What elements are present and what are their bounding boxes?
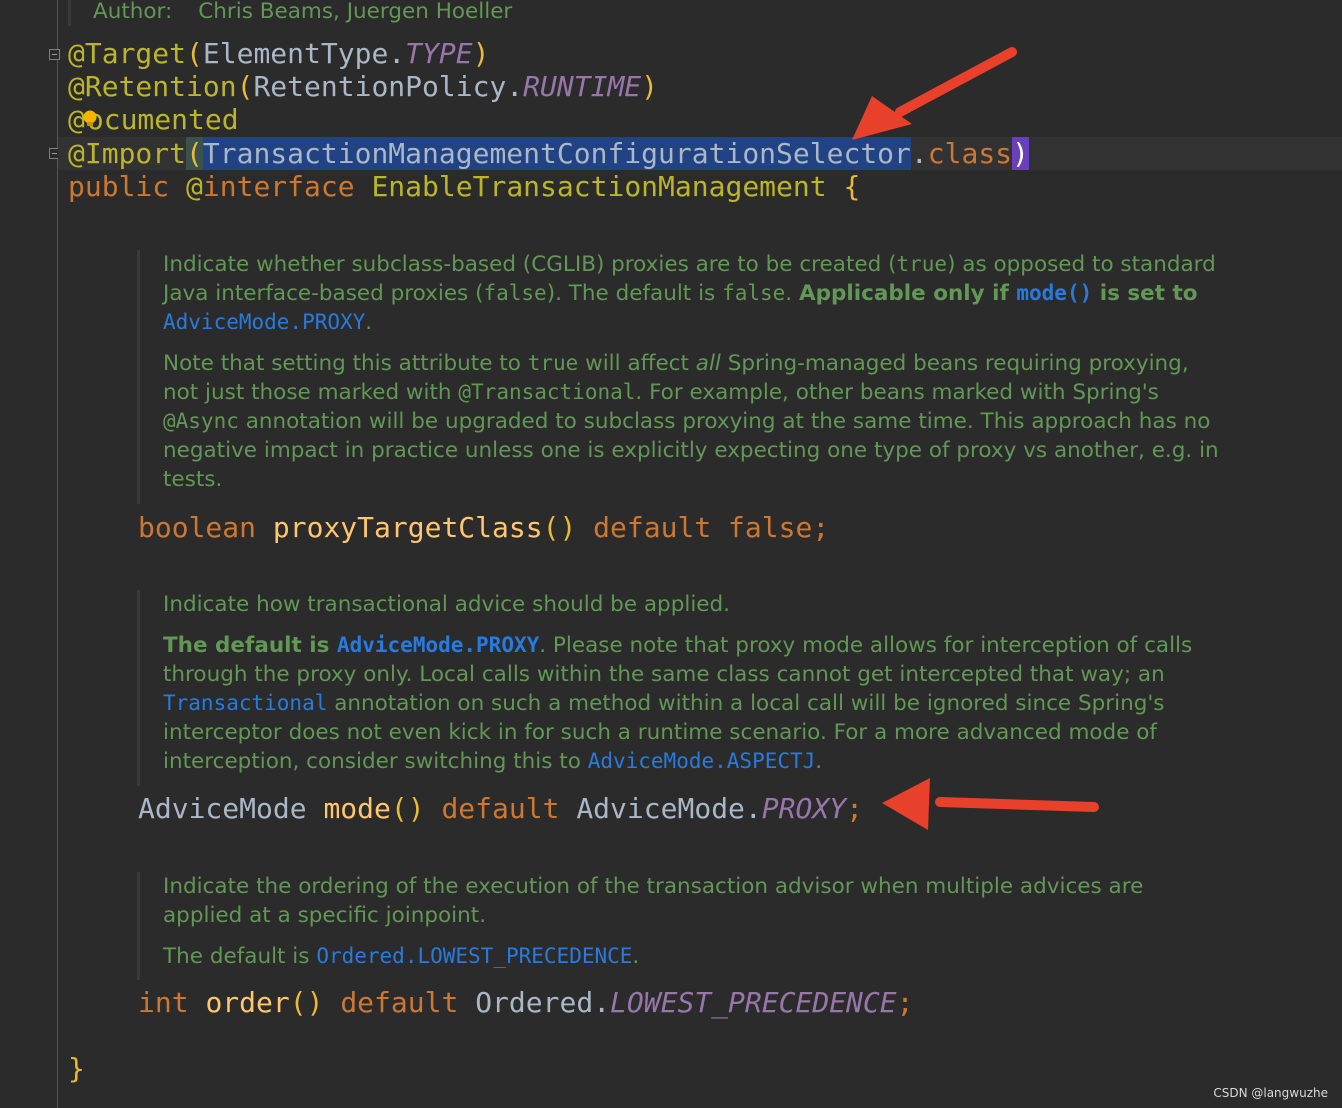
code-line-interface[interactable]: public @interface EnableTransactionManag… — [68, 170, 860, 203]
doc-link-advicemode-proxy[interactable]: AdviceMode.PROXY — [163, 310, 365, 334]
doc-paragraph: Indicate how transactional advice should… — [163, 592, 731, 617]
doc-link-mode[interactable]: mode() — [1016, 281, 1092, 305]
author-label: Author: — [93, 0, 173, 24]
selected-class-name[interactable]: TransactionManagementConfigurationSelect… — [202, 137, 911, 170]
doc-proxy-target-class: Indicate whether subclass-based (CGLIB) … — [137, 250, 1223, 504]
doc-paragraph: Indicate whether subclass-based (CGLIB) … — [163, 252, 1216, 335]
doc-paragraph: The default is Ordered.LOWEST_PRECEDENCE… — [163, 944, 640, 969]
doc-paragraph: The default is AdviceMode.PROXY. Please … — [163, 633, 1193, 774]
doc-link-transactional[interactable]: Transactional — [163, 691, 327, 715]
editor-gutter[interactable] — [0, 0, 57, 1108]
code-line-target[interactable]: @Target(ElementType.TYPE) — [68, 37, 489, 70]
doc-paragraph: Indicate the ordering of the execution o… — [163, 874, 1144, 928]
author-doc: Author: Chris Beams, Juergen Hoeller — [68, 0, 512, 26]
watermark: CSDN @langwuzhe — [1213, 1086, 1328, 1100]
fold-marker-icon[interactable] — [49, 49, 60, 60]
arrow-icon — [852, 47, 1017, 140]
code-line-order[interactable]: int order() default Ordered.LOWEST_PRECE… — [138, 986, 913, 1019]
doc-order: Indicate the ordering of the execution o… — [137, 872, 1223, 980]
code-line-retention[interactable]: @Retention(RetentionPolicy.RUNTIME) — [68, 70, 658, 103]
code-line-closing-brace[interactable]: } — [68, 1052, 85, 1085]
doc-paragraph: Note that setting this attribute to true… — [163, 351, 1219, 492]
code-line-proxy-target-class[interactable]: boolean proxyTargetClass() default false… — [138, 511, 829, 544]
author-value: Chris Beams, Juergen Hoeller — [198, 0, 513, 24]
doc-link-lowest-precedence[interactable]: Ordered.LOWEST_PRECEDENCE — [316, 944, 632, 968]
doc-link-advicemode-aspectj[interactable]: AdviceMode.ASPECTJ — [588, 749, 816, 773]
lightbulb-icon[interactable] — [82, 110, 98, 128]
doc-mode: Indicate how transactional advice should… — [137, 590, 1223, 786]
code-line-import[interactable]: @Import(TransactionManagementConfigurati… — [68, 137, 1029, 170]
code-line-mode[interactable]: AdviceMode mode() default AdviceMode.PRO… — [138, 792, 863, 825]
doc-link-advicemode-proxy[interactable]: AdviceMode.PROXY — [337, 633, 539, 657]
